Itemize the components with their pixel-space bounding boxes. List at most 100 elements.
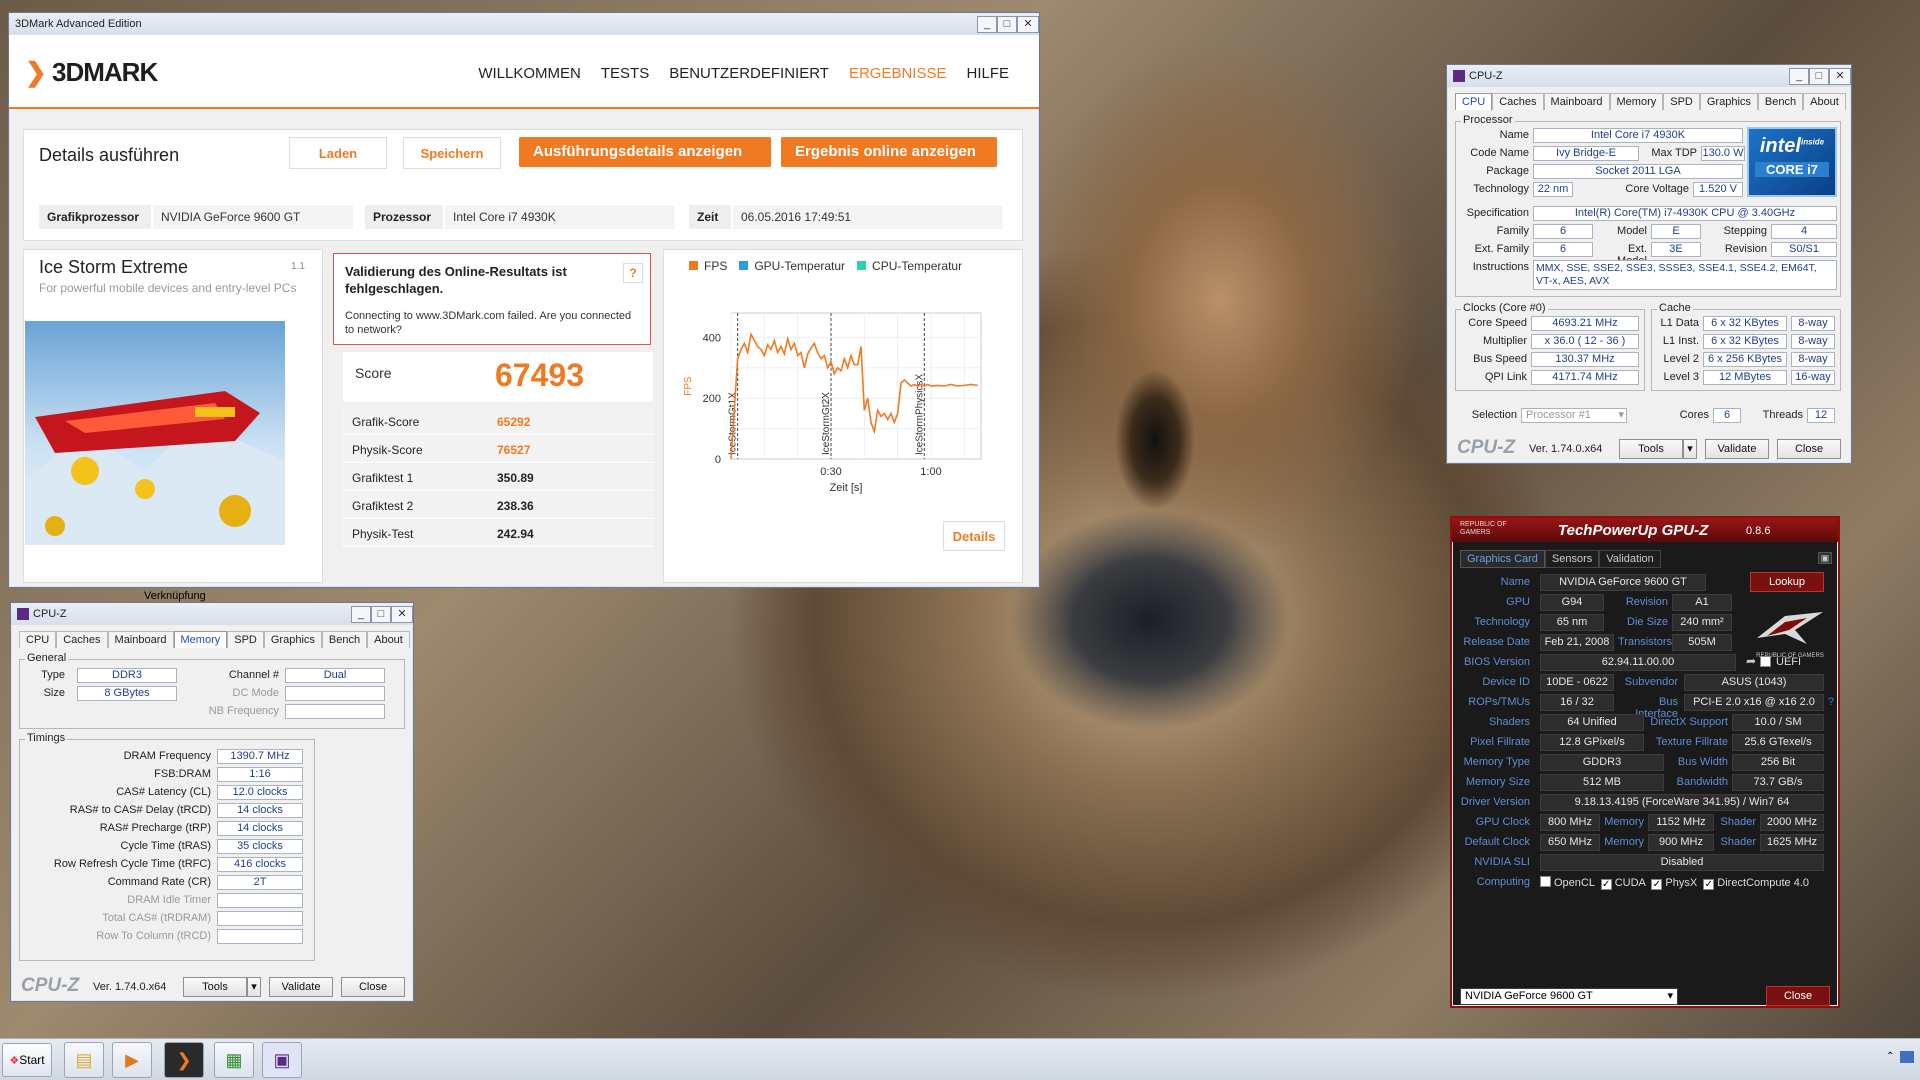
clocks-label: Clocks (Core #0) (1461, 302, 1548, 314)
camera-icon[interactable]: ▣ (1818, 552, 1832, 564)
show-online-button[interactable]: Ergebnis online anzeigen ❯ (781, 137, 997, 190)
maximize-button[interactable]: □ (997, 15, 1017, 33)
show-run-details-button[interactable]: Ausführungsdetails anzeigen ❯ (519, 137, 771, 190)
show-hidden-icons[interactable]: ⌃ (1886, 1051, 1894, 1062)
share-icon[interactable]: ➦ (1742, 654, 1756, 668)
physx-checkbox[interactable]: ✓ (1651, 879, 1663, 890)
cpuz-titlebar[interactable]: CPU-Z _ □ ✕ (11, 603, 413, 625)
help-icon[interactable]: ? (1826, 696, 1834, 708)
y-tick-label: 0 (715, 454, 721, 466)
media-player-icon[interactable]: ▶ (112, 1042, 152, 1078)
tools-dropdown-button[interactable]: ▾ (1683, 439, 1697, 459)
nav-hilfe[interactable]: HILFE (966, 65, 1009, 82)
core-speed-label: Core Speed (1468, 317, 1527, 329)
cpuz-titlebar[interactable]: CPU-Z _ □ ✕ (1447, 65, 1851, 87)
processor-select[interactable]: Processor #1 ▾ (1521, 408, 1627, 423)
tab-caches[interactable]: Caches (1492, 93, 1544, 110)
tools-button[interactable]: Tools (1619, 439, 1683, 459)
tab-graphics[interactable]: Graphics (1699, 93, 1758, 110)
channel-field: Dual (285, 668, 385, 683)
minimize-button[interactable]: _ (1789, 67, 1809, 85)
uefi-checkbox[interactable] (1760, 656, 1772, 669)
sli-field: Disabled (1540, 854, 1824, 871)
version-label: 0.8.6 (1746, 525, 1771, 537)
details-title: Details ausführen (39, 145, 180, 165)
gpuz-taskbar-icon[interactable]: ▦ (214, 1042, 254, 1078)
tab-about[interactable]: About (367, 631, 410, 648)
tab-spd[interactable]: SPD (227, 631, 264, 648)
bw-field: 256 Bit (1732, 754, 1824, 771)
sub-label: Subvendor (1624, 676, 1678, 688)
default-shader-label: Shader (1720, 836, 1756, 848)
timing-value: 1390.7 MHz (217, 749, 303, 764)
3dmark-titlebar[interactable]: 3DMark Advanced Edition _ □ ✕ (9, 13, 1039, 35)
tab-bench[interactable]: Bench (1757, 93, 1804, 110)
tab-cpu[interactable]: CPU (1455, 93, 1493, 110)
validate-button[interactable]: Validate (1705, 439, 1769, 459)
tab-about[interactable]: About (1803, 93, 1846, 110)
3dmark-taskbar-icon[interactable]: ❯ (164, 1042, 204, 1078)
gpuz-titlebar[interactable]: REPUBLIC OF GAMERS TechPowerUp GPU-Z 0.8… (1452, 518, 1838, 542)
save-button[interactable]: Speichern (403, 137, 501, 169)
tab-graphics[interactable]: Graphics (263, 631, 322, 648)
timing-label: DRAM Idle Timer (127, 894, 211, 906)
close-button[interactable]: ✕ (391, 605, 413, 623)
qpi-link-field: 4171.74 MHz (1531, 370, 1639, 385)
stepping-field: 4 (1771, 224, 1837, 239)
rel-field: Feb 21, 2008 (1540, 634, 1614, 651)
close-app-button[interactable]: Close (1777, 439, 1841, 459)
model-label: Model (1617, 225, 1647, 237)
opencl-checkbox[interactable] (1540, 876, 1551, 887)
tab-sensors[interactable]: Sensors (1544, 550, 1600, 568)
nav-tests[interactable]: TESTS (601, 65, 649, 82)
tab-memory[interactable]: Memory (173, 631, 228, 648)
tab-cpu[interactable]: CPU (19, 631, 57, 648)
tools-button[interactable]: Tools (183, 977, 247, 997)
cuda-checkbox[interactable]: ✓ (1600, 879, 1612, 890)
maximize-button[interactable]: □ (371, 605, 391, 623)
tab-caches[interactable]: Caches (56, 631, 108, 648)
general-label: General (25, 652, 69, 664)
start-button[interactable]: ❖Start (2, 1043, 52, 1077)
timings-label: Timings (25, 732, 68, 744)
close-app-button[interactable]: Close (341, 977, 405, 997)
cpuz-icon (17, 608, 29, 620)
lookup-button[interactable]: Lookup (1750, 572, 1824, 592)
core-voltage-label: Core Voltage (1625, 183, 1689, 195)
maximize-button[interactable]: □ (1809, 67, 1829, 85)
details-button[interactable]: Details (943, 521, 1005, 551)
load-button[interactable]: Laden (289, 137, 387, 169)
multiplier-field: x 36.0 ( 12 - 36 ) (1531, 334, 1639, 349)
tab-validation[interactable]: Validation (1599, 550, 1661, 568)
instructions-label: Instructions (1472, 261, 1529, 273)
network-icon[interactable] (1900, 1051, 1914, 1063)
tab-graphics-card[interactable]: Graphics Card (1460, 550, 1545, 568)
package-label: Package (1486, 165, 1529, 177)
timing-label: Row To Column (tRCD) (96, 930, 211, 942)
tab-bench[interactable]: Bench (321, 631, 368, 648)
close-button[interactable]: ✕ (1829, 67, 1851, 85)
tab-memory[interactable]: Memory (1609, 93, 1664, 110)
nav-willkommen[interactable]: WILLKOMMEN (478, 65, 581, 82)
nav-ergebnisse[interactable]: ERGEBNISSE (849, 65, 947, 82)
bios-label: BIOS Version (1463, 656, 1530, 668)
minimize-button[interactable]: _ (351, 605, 371, 623)
nav-benutzerdefiniert[interactable]: BENUTZERDEFINIERT (669, 65, 829, 82)
explorer-icon[interactable]: ▤ (64, 1042, 104, 1078)
qpi-link-label: QPI Link (1484, 371, 1527, 383)
tools-dropdown-button[interactable]: ▾ (247, 977, 261, 997)
close-app-button[interactable]: Close (1766, 986, 1830, 1006)
close-button[interactable]: ✕ (1017, 15, 1039, 33)
cpuz-taskbar-icon[interactable]: ▣ (262, 1042, 302, 1078)
card-select[interactable]: NVIDIA GeForce 9600 GT ▾ (1460, 988, 1678, 1005)
help-icon[interactable]: ? (623, 263, 643, 283)
validate-button[interactable]: Validate (269, 977, 333, 997)
cache-label: Cache (1657, 302, 1693, 314)
tab-mainboard[interactable]: Mainboard (107, 631, 174, 648)
level3-field: 12 MBytes (1703, 370, 1787, 385)
tech-label: Technology (1474, 616, 1530, 628)
minimize-button[interactable]: _ (977, 15, 997, 33)
tab-mainboard[interactable]: Mainboard (1543, 93, 1610, 110)
tab-spd[interactable]: SPD (1663, 93, 1700, 110)
directcompute-checkbox[interactable]: ✓ (1703, 879, 1715, 890)
